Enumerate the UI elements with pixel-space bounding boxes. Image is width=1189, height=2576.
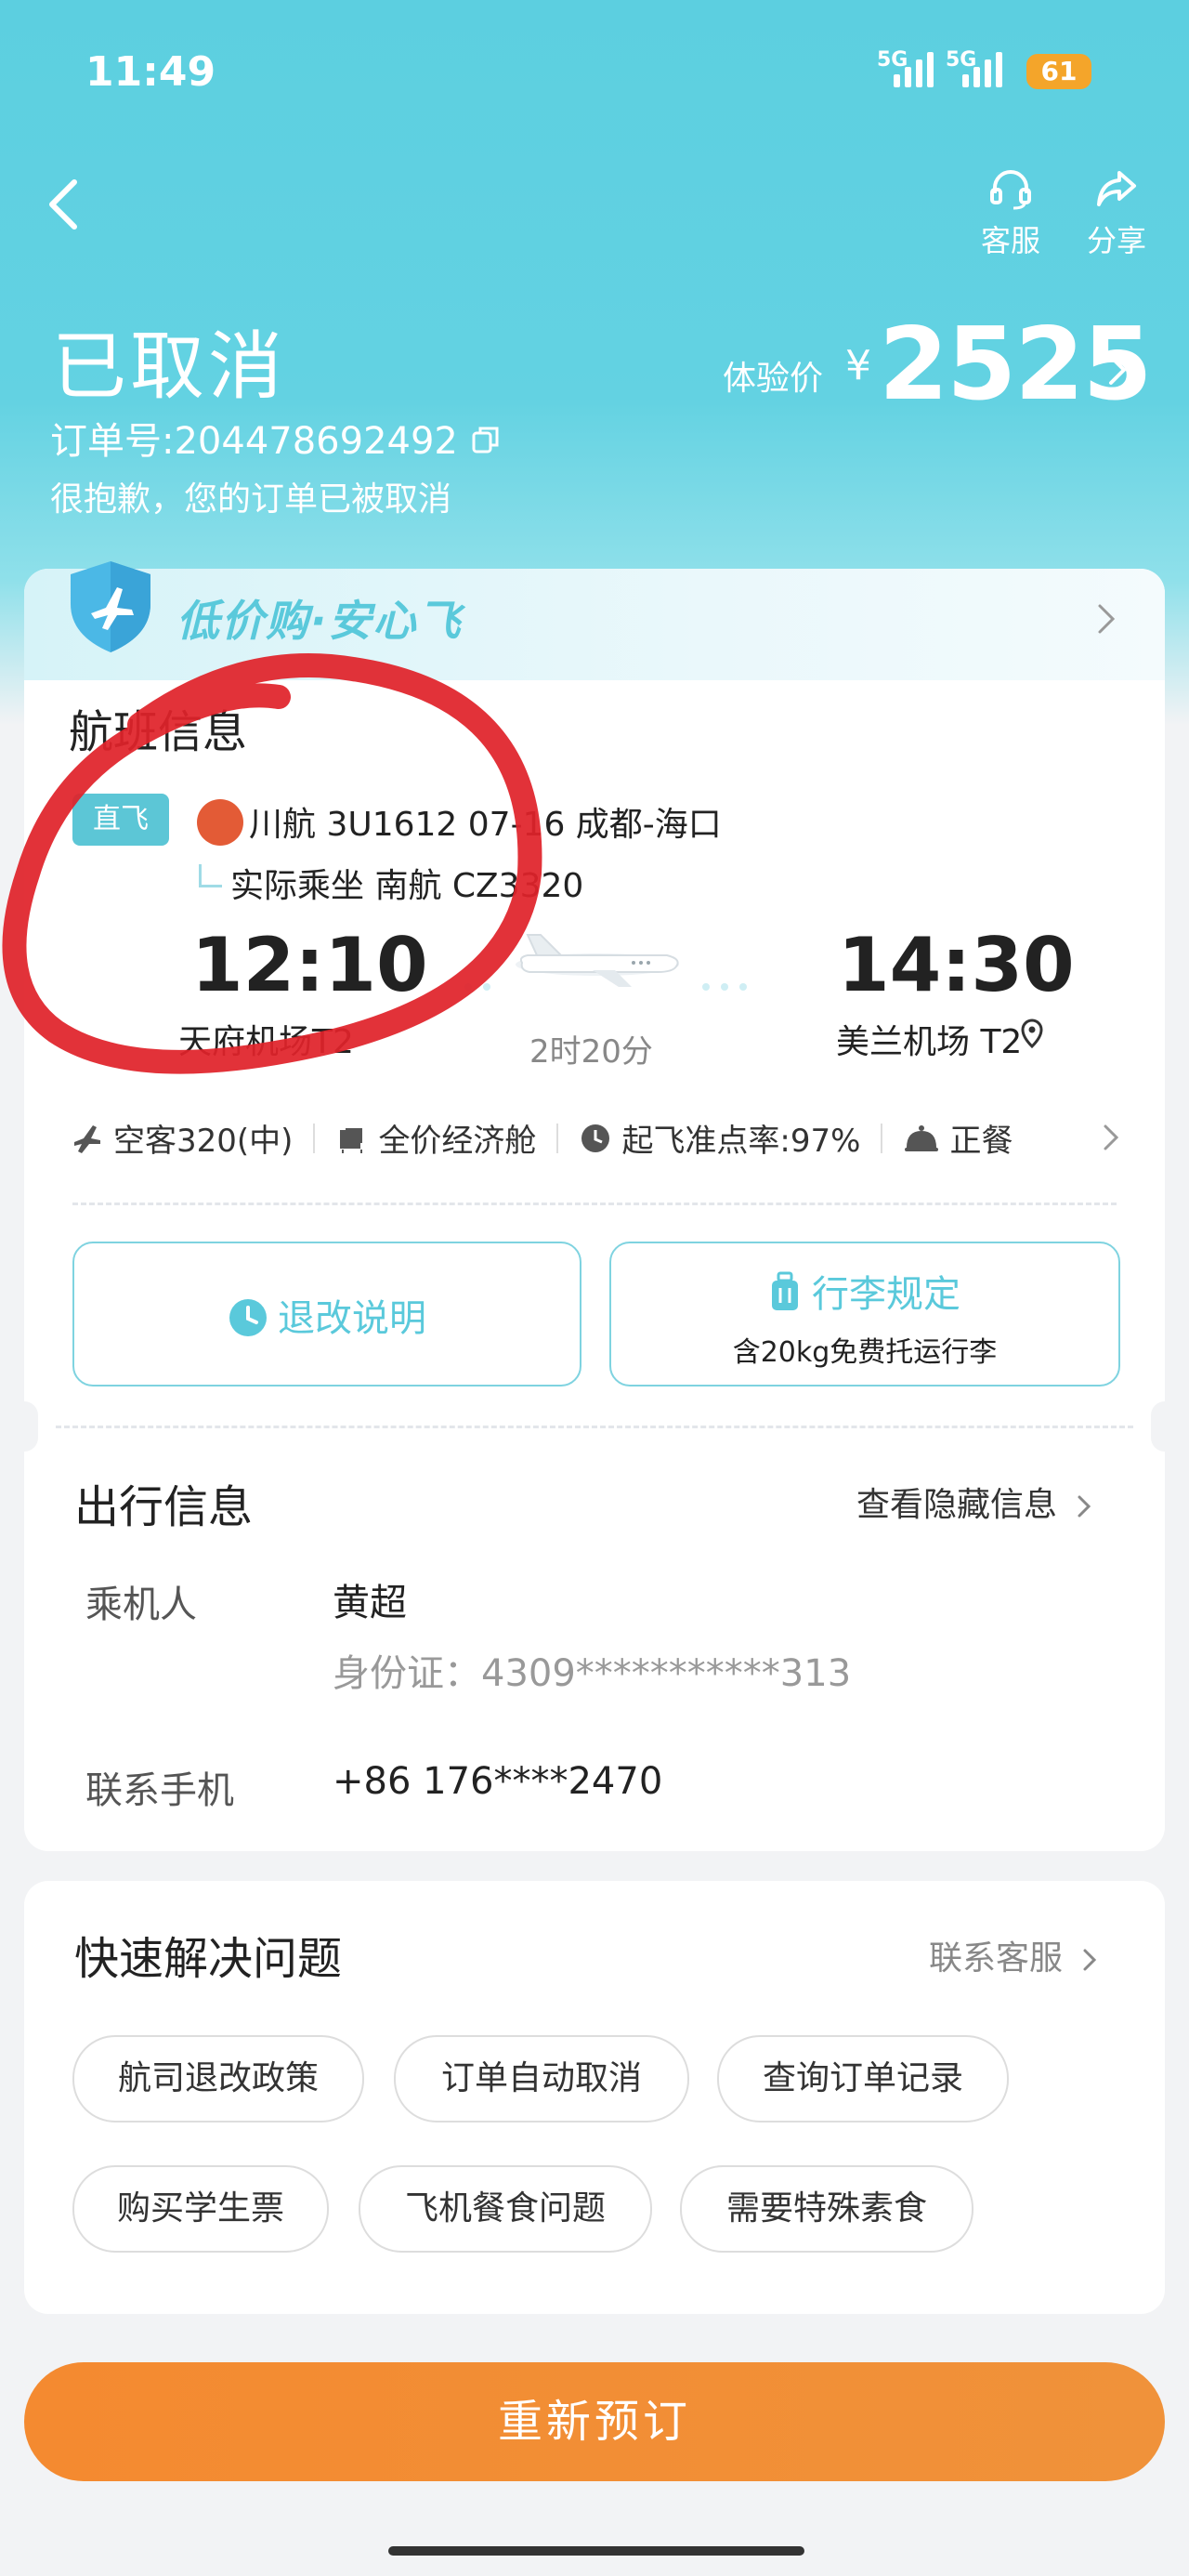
arrival-time: 14:30 <box>838 922 1075 1008</box>
meal-cloche-icon <box>905 1124 939 1151</box>
plane-icon <box>74 1124 100 1153</box>
help-chip[interactable]: 购买学生票 <box>72 2165 329 2253</box>
home-indicator[interactable] <box>388 2546 804 2556</box>
back-button[interactable] <box>45 177 82 232</box>
signal-bars-1-icon <box>894 52 934 87</box>
chevron-right-icon <box>1083 1949 1097 1971</box>
refund-policy-label: 退改说明 <box>74 1288 580 1342</box>
baggage-allowance: 含20kg免费托运行李 <box>732 1336 998 1369</box>
on-time-attr: 起飞准点率:97% <box>579 1115 860 1161</box>
clock-icon <box>229 1299 267 1336</box>
red-marker-annotation <box>2 653 542 1074</box>
contact-service-link[interactable]: 联系客服 <box>929 1931 1097 1979</box>
share-icon <box>1097 171 1136 206</box>
card-notch-right <box>1151 1401 1179 1452</box>
chevron-right-icon[interactable] <box>1102 1123 1120 1156</box>
meal-attr: 正餐 <box>903 1115 1013 1161</box>
arrival-airport: 美兰机场 T2 <box>836 1023 1023 1061</box>
divider <box>556 1123 559 1153</box>
baggage-rules-button[interactable]: 行李规定 含20kg免费托运行李 <box>609 1242 1120 1387</box>
help-chip[interactable]: 飞机餐食问题 <box>359 2165 652 2253</box>
signal-bars-2-icon <box>962 52 1002 87</box>
refund-policy-button[interactable]: 退改说明 <box>72 1242 581 1387</box>
id-number: 身份证：4309***********313 <box>333 1652 852 1695</box>
on-time-rate: 起飞准点率:97% <box>621 1123 861 1160</box>
seat-icon <box>340 1127 363 1153</box>
copy-icon[interactable] <box>470 424 502 459</box>
baggage-rules-label: 行李规定 <box>611 1264 1118 1318</box>
quick-help-title: 快速解决问题 <box>74 1933 343 1985</box>
route-dot <box>702 983 710 991</box>
battery-icon: 61 <box>1026 54 1091 89</box>
share-button[interactable]: 分享 <box>1070 165 1163 260</box>
order-status-title: 已取消 <box>52 323 286 410</box>
passenger-label: 乘机人 <box>85 1584 197 1626</box>
chevron-left-icon <box>49 179 77 230</box>
cancel-message: 很抱歉，您的订单已被取消 <box>50 480 452 519</box>
aircraft-type: 空客320(中) <box>113 1123 294 1160</box>
location-pin-icon[interactable] <box>1020 1019 1044 1052</box>
cabin-class: 全价经济舱 <box>378 1123 537 1160</box>
view-hidden-info-link[interactable]: 查看隐藏信息 <box>856 1478 1091 1526</box>
clock-icon <box>581 1124 610 1152</box>
help-chip[interactable]: 航司退改政策 <box>72 2035 364 2123</box>
contact-service-label: 联系客服 <box>929 1939 1064 1978</box>
route-dot <box>739 983 747 991</box>
travel-info-title: 出行信息 <box>74 1481 254 1533</box>
help-chip[interactable]: 需要特殊素食 <box>680 2165 973 2253</box>
customer-service-button[interactable]: 客服 <box>964 165 1057 260</box>
view-hidden-label: 查看隐藏信息 <box>856 1486 1058 1524</box>
divider <box>313 1123 316 1153</box>
help-chip[interactable]: 查询订单记录 <box>717 2035 1009 2123</box>
passenger-name: 黄超 <box>333 1582 407 1624</box>
card-notch-left <box>10 1401 38 1452</box>
price-chevron-icon[interactable] <box>1107 351 1130 392</box>
status-time: 11:49 <box>85 48 216 96</box>
meal-type: 正餐 <box>949 1123 1013 1160</box>
aircraft-attr: 空客320(中) <box>71 1115 293 1161</box>
chevron-right-icon <box>1078 1495 1091 1518</box>
phone-value: +86 176****2470 <box>333 1760 663 1803</box>
help-chip[interactable]: 订单自动取消 <box>394 2035 689 2123</box>
route-dot <box>721 983 728 991</box>
divider <box>881 1123 883 1153</box>
price-label: 体验价 <box>723 360 824 398</box>
headset-icon <box>990 170 1031 210</box>
phone-label: 联系手机 <box>85 1769 234 1812</box>
dashed-divider <box>56 1426 1133 1428</box>
order-number: 订单号:204478692492 <box>50 420 458 463</box>
cabin-attr: 全价经济舱 <box>335 1115 536 1161</box>
customer-service-label: 客服 <box>980 223 1040 258</box>
flight-attributes[interactable]: 空客320(中) 全价经济舱 起飞准点率:97% 正餐 <box>71 1115 1013 1161</box>
share-label: 分享 <box>1086 223 1146 258</box>
rebook-button[interactable]: 重新预订 <box>24 2362 1165 2481</box>
price-currency: ¥ <box>845 342 871 389</box>
chevron-right-icon[interactable] <box>1096 602 1117 639</box>
dashed-divider <box>72 1203 1117 1205</box>
luggage-icon <box>772 1271 798 1310</box>
